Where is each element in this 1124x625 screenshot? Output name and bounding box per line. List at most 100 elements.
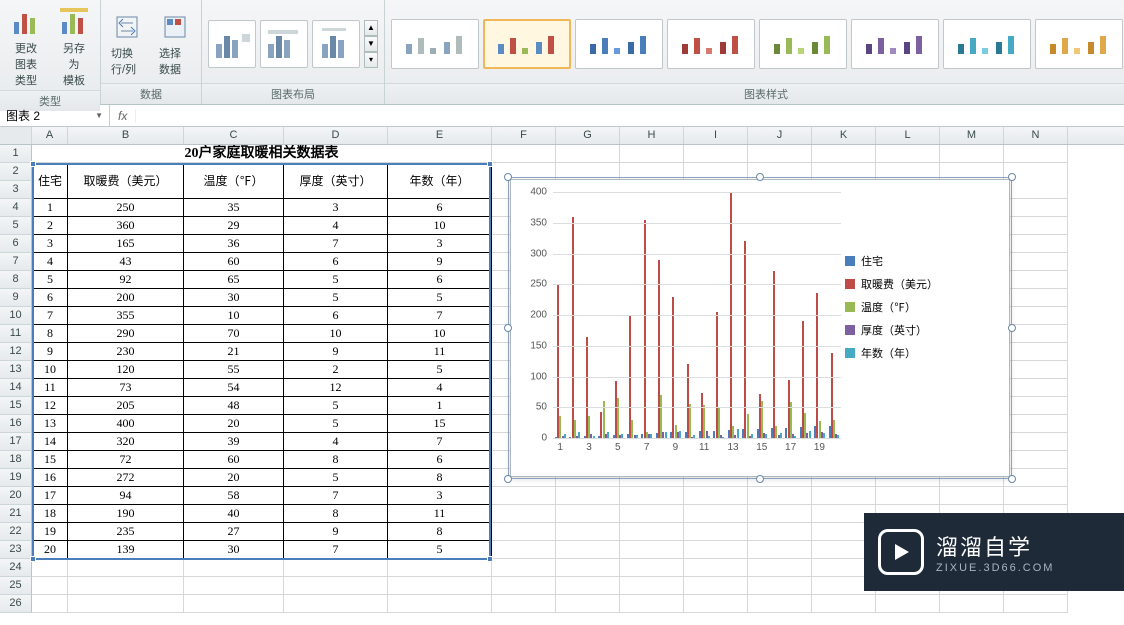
cell-B8[interactable]: 92 [68,271,184,289]
bar-年数（年）-9[interactable] [679,431,681,438]
cell-A18[interactable]: 15 [32,451,68,469]
cell-N6[interactable] [1004,235,1068,253]
col-header-I[interactable]: I [684,127,748,144]
cell-C11[interactable]: 70 [184,325,284,343]
cell-N20[interactable] [1004,487,1068,505]
cell-E9[interactable]: 5 [388,289,492,307]
col-header-H[interactable]: H [620,127,684,144]
cell-B12[interactable]: 230 [68,343,184,361]
cell-A2[interactable]: 住宅 [32,163,68,199]
cell-A9[interactable]: 6 [32,289,68,307]
cell-B20[interactable]: 94 [68,487,184,505]
cell-E8[interactable]: 6 [388,271,492,289]
cell-H25[interactable] [620,577,684,595]
cell-E4[interactable]: 6 [388,199,492,217]
cell-C21[interactable]: 40 [184,505,284,523]
cell-G20[interactable] [556,487,620,505]
legend-item[interactable]: 温度（℉） [845,299,995,315]
cell-C24[interactable] [184,559,284,577]
cell-N8[interactable] [1004,271,1068,289]
cell-B11[interactable]: 290 [68,325,184,343]
chart-style-3[interactable] [575,19,663,69]
row-header-6[interactable]: 6 [0,235,32,253]
cell-B4[interactable]: 250 [68,199,184,217]
cell-D21[interactable]: 8 [284,505,388,523]
cell-A20[interactable]: 17 [32,487,68,505]
cell-B9[interactable]: 200 [68,289,184,307]
col-header-J[interactable]: J [748,127,812,144]
cell-A4[interactable]: 1 [32,199,68,217]
cell-A5[interactable]: 2 [32,217,68,235]
cell-E2[interactable]: 年数（年） [388,163,492,199]
cell-N12[interactable] [1004,343,1068,361]
cell-I25[interactable] [684,577,748,595]
cell-D9[interactable]: 5 [284,289,388,307]
cell-I20[interactable] [684,487,748,505]
cell-D5[interactable]: 4 [284,217,388,235]
cell-E11[interactable]: 10 [388,325,492,343]
cell-F23[interactable] [492,541,556,559]
cell-C22[interactable]: 27 [184,523,284,541]
bar-温度（℉）-10[interactable] [689,404,691,438]
cell-N1[interactable] [1004,145,1068,163]
col-header-K[interactable]: K [812,127,876,144]
cell-B13[interactable]: 120 [68,361,184,379]
cell-J23[interactable] [748,541,812,559]
chart-style-5[interactable] [759,19,847,69]
row-header-19[interactable]: 19 [0,469,32,487]
cell-E6[interactable]: 3 [388,235,492,253]
legend-item[interactable]: 厚度（英寸） [845,322,995,338]
chart-style-1[interactable] [391,19,479,69]
cell-B7[interactable]: 43 [68,253,184,271]
cell-E13[interactable]: 5 [388,361,492,379]
cell-C26[interactable] [184,595,284,613]
col-header-L[interactable]: L [876,127,940,144]
cell-E5[interactable]: 10 [388,217,492,235]
chart-layout-2[interactable] [260,20,308,68]
layout-scroll-up[interactable]: ▲ [364,20,378,36]
cell-B14[interactable]: 73 [68,379,184,397]
row-header-5[interactable]: 5 [0,217,32,235]
cell-D2[interactable]: 厚度（英寸） [284,163,388,199]
cell-E23[interactable]: 5 [388,541,492,559]
name-box[interactable]: 图表 2 ▼ [0,105,110,126]
cell-N15[interactable] [1004,397,1068,415]
cell-A1[interactable]: 20户家庭取暖相关数据表 [32,145,492,163]
chart-style-2[interactable] [483,19,571,69]
cell-I24[interactable] [684,559,748,577]
cell-D20[interactable]: 7 [284,487,388,505]
cell-D24[interactable] [284,559,388,577]
bar-温度（℉）-5[interactable] [617,398,619,438]
cell-B15[interactable]: 205 [68,397,184,415]
cell-B2[interactable]: 取暖费（美元） [68,163,184,199]
cell-C17[interactable]: 39 [184,433,284,451]
cell-E18[interactable]: 6 [388,451,492,469]
row-header-18[interactable]: 18 [0,451,32,469]
cell-N10[interactable] [1004,307,1068,325]
cell-E7[interactable]: 9 [388,253,492,271]
row-header-24[interactable]: 24 [0,559,32,577]
row-header-8[interactable]: 8 [0,271,32,289]
cell-A6[interactable]: 3 [32,235,68,253]
cell-C15[interactable]: 48 [184,397,284,415]
cell-G25[interactable] [556,577,620,595]
cell-N7[interactable] [1004,253,1068,271]
row-header-22[interactable]: 22 [0,523,32,541]
cell-D22[interactable]: 9 [284,523,388,541]
cell-B17[interactable]: 320 [68,433,184,451]
select-data-button[interactable]: 选择数据 [155,9,195,79]
bar-温度（℉）-14[interactable] [747,414,749,438]
chart-style-4[interactable] [667,19,755,69]
cell-E24[interactable] [388,559,492,577]
cell-C4[interactable]: 35 [184,199,284,217]
cell-C2[interactable]: 温度（℉） [184,163,284,199]
chart-legend[interactable]: 住宅取暖费（美元）温度（℉）厚度（英寸）年数（年） [845,246,995,368]
col-header-E[interactable]: E [388,127,492,144]
cell-L20[interactable] [876,487,940,505]
cell-L1[interactable] [876,145,940,163]
cell-D18[interactable]: 8 [284,451,388,469]
cell-K20[interactable] [812,487,876,505]
cell-E21[interactable]: 11 [388,505,492,523]
cell-H26[interactable] [620,595,684,613]
switch-row-col-button[interactable]: 切换行/列 [107,9,147,79]
